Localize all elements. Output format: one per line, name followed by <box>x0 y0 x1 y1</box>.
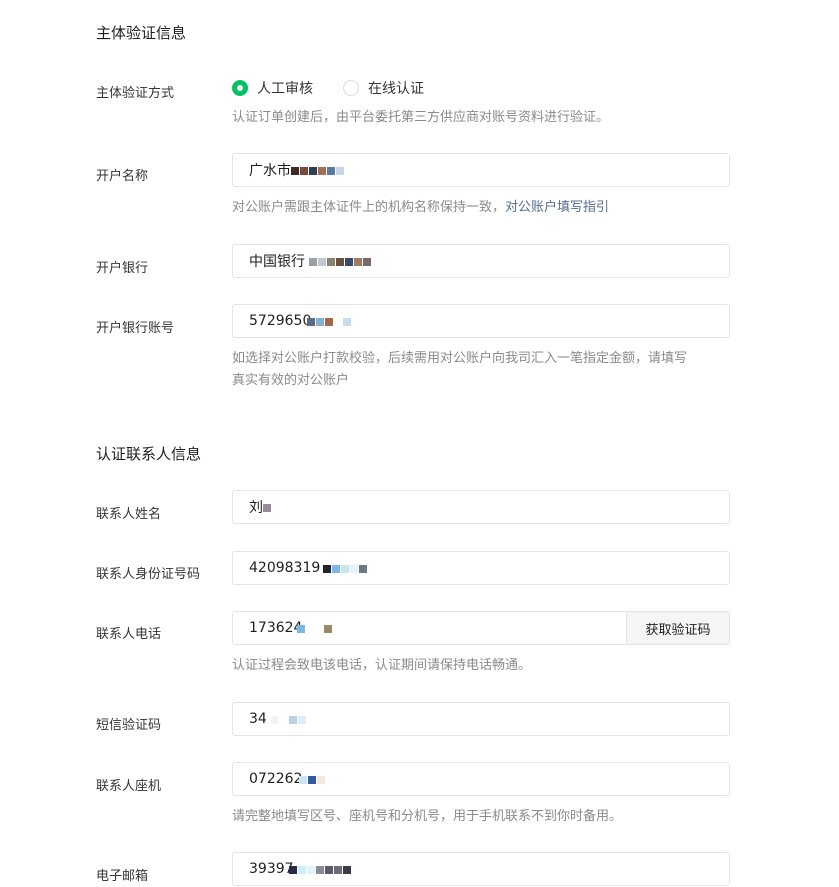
account-name-label: 开户名称 <box>96 169 149 184</box>
bank-input[interactable] <box>233 245 729 277</box>
bank-account-hint: 如选择对公账户打款校验，后续需用对公账户向我司汇入一笔指定金额，请填写 真实有效… <box>232 348 687 392</box>
section-title-subject: 主体验证信息 <box>96 24 187 42</box>
landline-hint: 请完整地填写区号、座机号和分机号，用于手机联系不到你时备用。 <box>232 809 623 824</box>
redaction-mosaic <box>323 560 368 578</box>
radio-checked-icon <box>232 80 248 96</box>
redaction-mosaic <box>289 861 352 879</box>
bank-account-field[interactable] <box>232 304 730 338</box>
contact-name-field[interactable] <box>232 490 730 524</box>
section-title-contact: 认证联系人信息 <box>96 445 202 463</box>
contact-id-field[interactable] <box>232 551 730 585</box>
email-field[interactable] <box>232 852 730 886</box>
bank-account-hint-line1: 如选择对公账户打款校验，后续需用对公账户向我司汇入一笔指定金额，请填写 <box>232 351 688 366</box>
contact-phone-input[interactable] <box>233 612 627 644</box>
sms-code-field[interactable] <box>232 702 730 736</box>
account-name-field[interactable] <box>232 153 730 187</box>
get-verification-code-button[interactable]: 获取验证码 <box>626 611 730 645</box>
redaction-mosaic <box>309 253 372 271</box>
redaction-mosaic <box>263 499 272 517</box>
bank-field[interactable] <box>232 244 730 278</box>
redaction-mosaic <box>297 620 333 638</box>
sms-code-label: 短信验证码 <box>96 718 162 733</box>
contact-id-input[interactable] <box>233 552 729 584</box>
verification-method-radio-group: 人工审核 在线认证 <box>232 78 454 98</box>
account-guide-link[interactable]: 对公账户填写指引 <box>505 200 609 215</box>
radio-online-verification-label: 在线认证 <box>368 81 424 97</box>
contact-phone-label: 联系人电话 <box>96 627 162 642</box>
radio-online-verification[interactable]: 在线认证 <box>343 78 424 98</box>
redaction-mosaic <box>307 313 352 331</box>
email-label: 电子邮箱 <box>96 869 149 884</box>
radio-manual-review[interactable]: 人工审核 <box>232 78 313 98</box>
account-name-hint-text: 对公账户需跟主体证件上的机构名称保持一致， <box>232 200 506 215</box>
bank-account-label: 开户银行账号 <box>96 321 175 336</box>
redaction-mosaic <box>291 162 345 180</box>
landline-label: 联系人座机 <box>96 779 162 794</box>
contact-name-label: 联系人姓名 <box>96 507 162 522</box>
contact-name-input[interactable] <box>233 491 729 523</box>
bank-account-hint-line2: 真实有效的对公账户 <box>232 373 350 388</box>
contact-phone-hint: 认证过程会致电该电话，认证期间请保持电话畅通。 <box>232 658 532 673</box>
redaction-mosaic <box>271 711 307 729</box>
verification-method-hint: 认证订单创建后，由平台委托第三方供应商对账号资料进行验证。 <box>232 110 610 125</box>
verification-method-label: 主体验证方式 <box>96 86 175 101</box>
sms-code-input[interactable] <box>233 703 729 735</box>
account-name-hint: 对公账户需跟主体证件上的机构名称保持一致，对公账户填写指引 <box>232 197 609 219</box>
radio-unchecked-icon <box>343 80 359 96</box>
landline-field[interactable] <box>232 762 730 796</box>
contact-id-label: 联系人身份证号码 <box>96 567 201 582</box>
contact-phone-field[interactable]: 获取验证码 <box>232 611 730 645</box>
redaction-mosaic <box>299 771 326 789</box>
bank-label: 开户银行 <box>96 261 149 276</box>
radio-manual-review-label: 人工审核 <box>257 81 313 97</box>
